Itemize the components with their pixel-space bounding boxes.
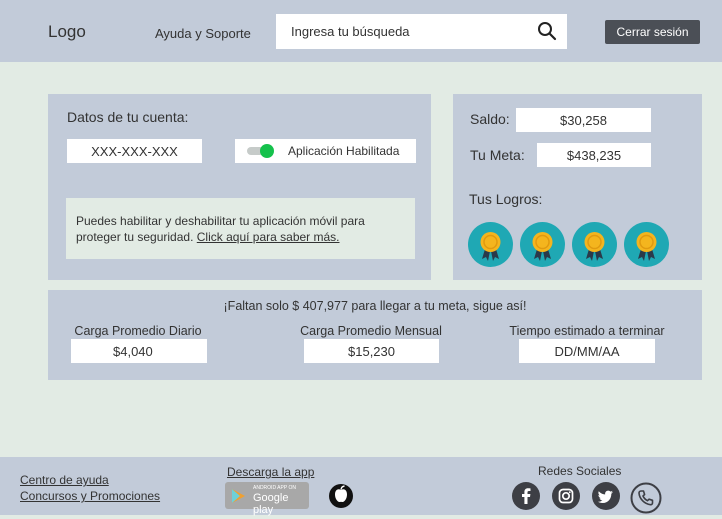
logout-button[interactable]: Cerrar sesión	[605, 20, 700, 44]
toggle-knob	[260, 144, 274, 158]
achievement-badge[interactable]	[624, 222, 669, 267]
google-play-text: Google play	[253, 492, 289, 516]
info-text: Puedes habilitar y deshabilitar tu aplic…	[76, 213, 406, 245]
download-app-link[interactable]: Descarga la app	[227, 465, 314, 479]
help-support-link[interactable]: Ayuda y Soporte	[155, 26, 251, 41]
goal-value: $438,235	[537, 143, 651, 167]
phone-icon[interactable]	[630, 482, 662, 514]
top-bar: Logo Ayuda y Soporte Ingresa tu búsqueda…	[0, 0, 722, 62]
logo[interactable]: Logo	[48, 22, 86, 42]
toggle-label: Aplicación Habilitada	[288, 144, 400, 158]
apple-app-store-icon[interactable]	[328, 481, 354, 509]
twitter-icon[interactable]	[592, 482, 620, 510]
estimated-time-label: Tiempo estimado a terminar	[509, 324, 665, 338]
instagram-glyph	[558, 488, 574, 504]
contests-link[interactable]: Concursos y Promociones	[20, 489, 160, 503]
instagram-icon[interactable]	[552, 482, 580, 510]
achievement-badge[interactable]	[520, 222, 565, 267]
medal-icon	[584, 232, 605, 261]
monthly-average-label: Carga Promedio Mensual	[300, 324, 442, 338]
twitter-glyph	[597, 490, 613, 503]
achievements-label: Tus Logros:	[469, 191, 543, 207]
medal-icon	[480, 232, 501, 261]
google-play-button[interactable]: ANDROID APP ON Google play	[225, 482, 309, 516]
balance-label: Saldo:	[470, 111, 510, 127]
goal-label: Tu Meta:	[470, 147, 525, 163]
medal-icon	[636, 232, 657, 261]
medal-icon	[532, 232, 553, 261]
daily-average-value: $4,040	[71, 339, 207, 363]
info-box: Puedes habilitar y deshabilitar tu aplic…	[66, 198, 415, 259]
search-input-text: Ingresa tu búsqueda	[291, 24, 410, 39]
google-play-small-text: ANDROID APP ON	[253, 485, 296, 491]
phone-glyph	[630, 482, 662, 514]
app-enabled-toggle[interactable]: Aplicación Habilitada	[235, 139, 416, 163]
goal-progress-message: ¡Faltan solo $ 407,977 para llegar a tu …	[223, 299, 527, 313]
facebook-icon[interactable]	[512, 482, 540, 510]
facebook-glyph	[522, 488, 531, 504]
estimated-time-value: DD/MM/AA	[519, 339, 655, 363]
achievement-badge[interactable]	[468, 222, 513, 267]
daily-average-label: Carga Promedio Diario	[74, 324, 202, 338]
monthly-average-value: $15,230	[304, 339, 439, 363]
account-title: Datos de tu cuenta:	[67, 109, 189, 125]
search-icon[interactable]	[537, 21, 557, 41]
social-title: Redes Sociales	[538, 464, 622, 478]
play-store-icon	[232, 489, 245, 503]
search-input[interactable]: Ingresa tu búsqueda	[276, 14, 567, 49]
achievement-badge[interactable]	[572, 222, 617, 267]
learn-more-link[interactable]: Click aquí para saber más.	[197, 230, 340, 244]
account-number-field: XXX-XXX-XXX	[67, 139, 202, 163]
balance-value: $30,258	[516, 108, 651, 132]
help-center-link[interactable]: Centro de ayuda	[20, 473, 109, 487]
